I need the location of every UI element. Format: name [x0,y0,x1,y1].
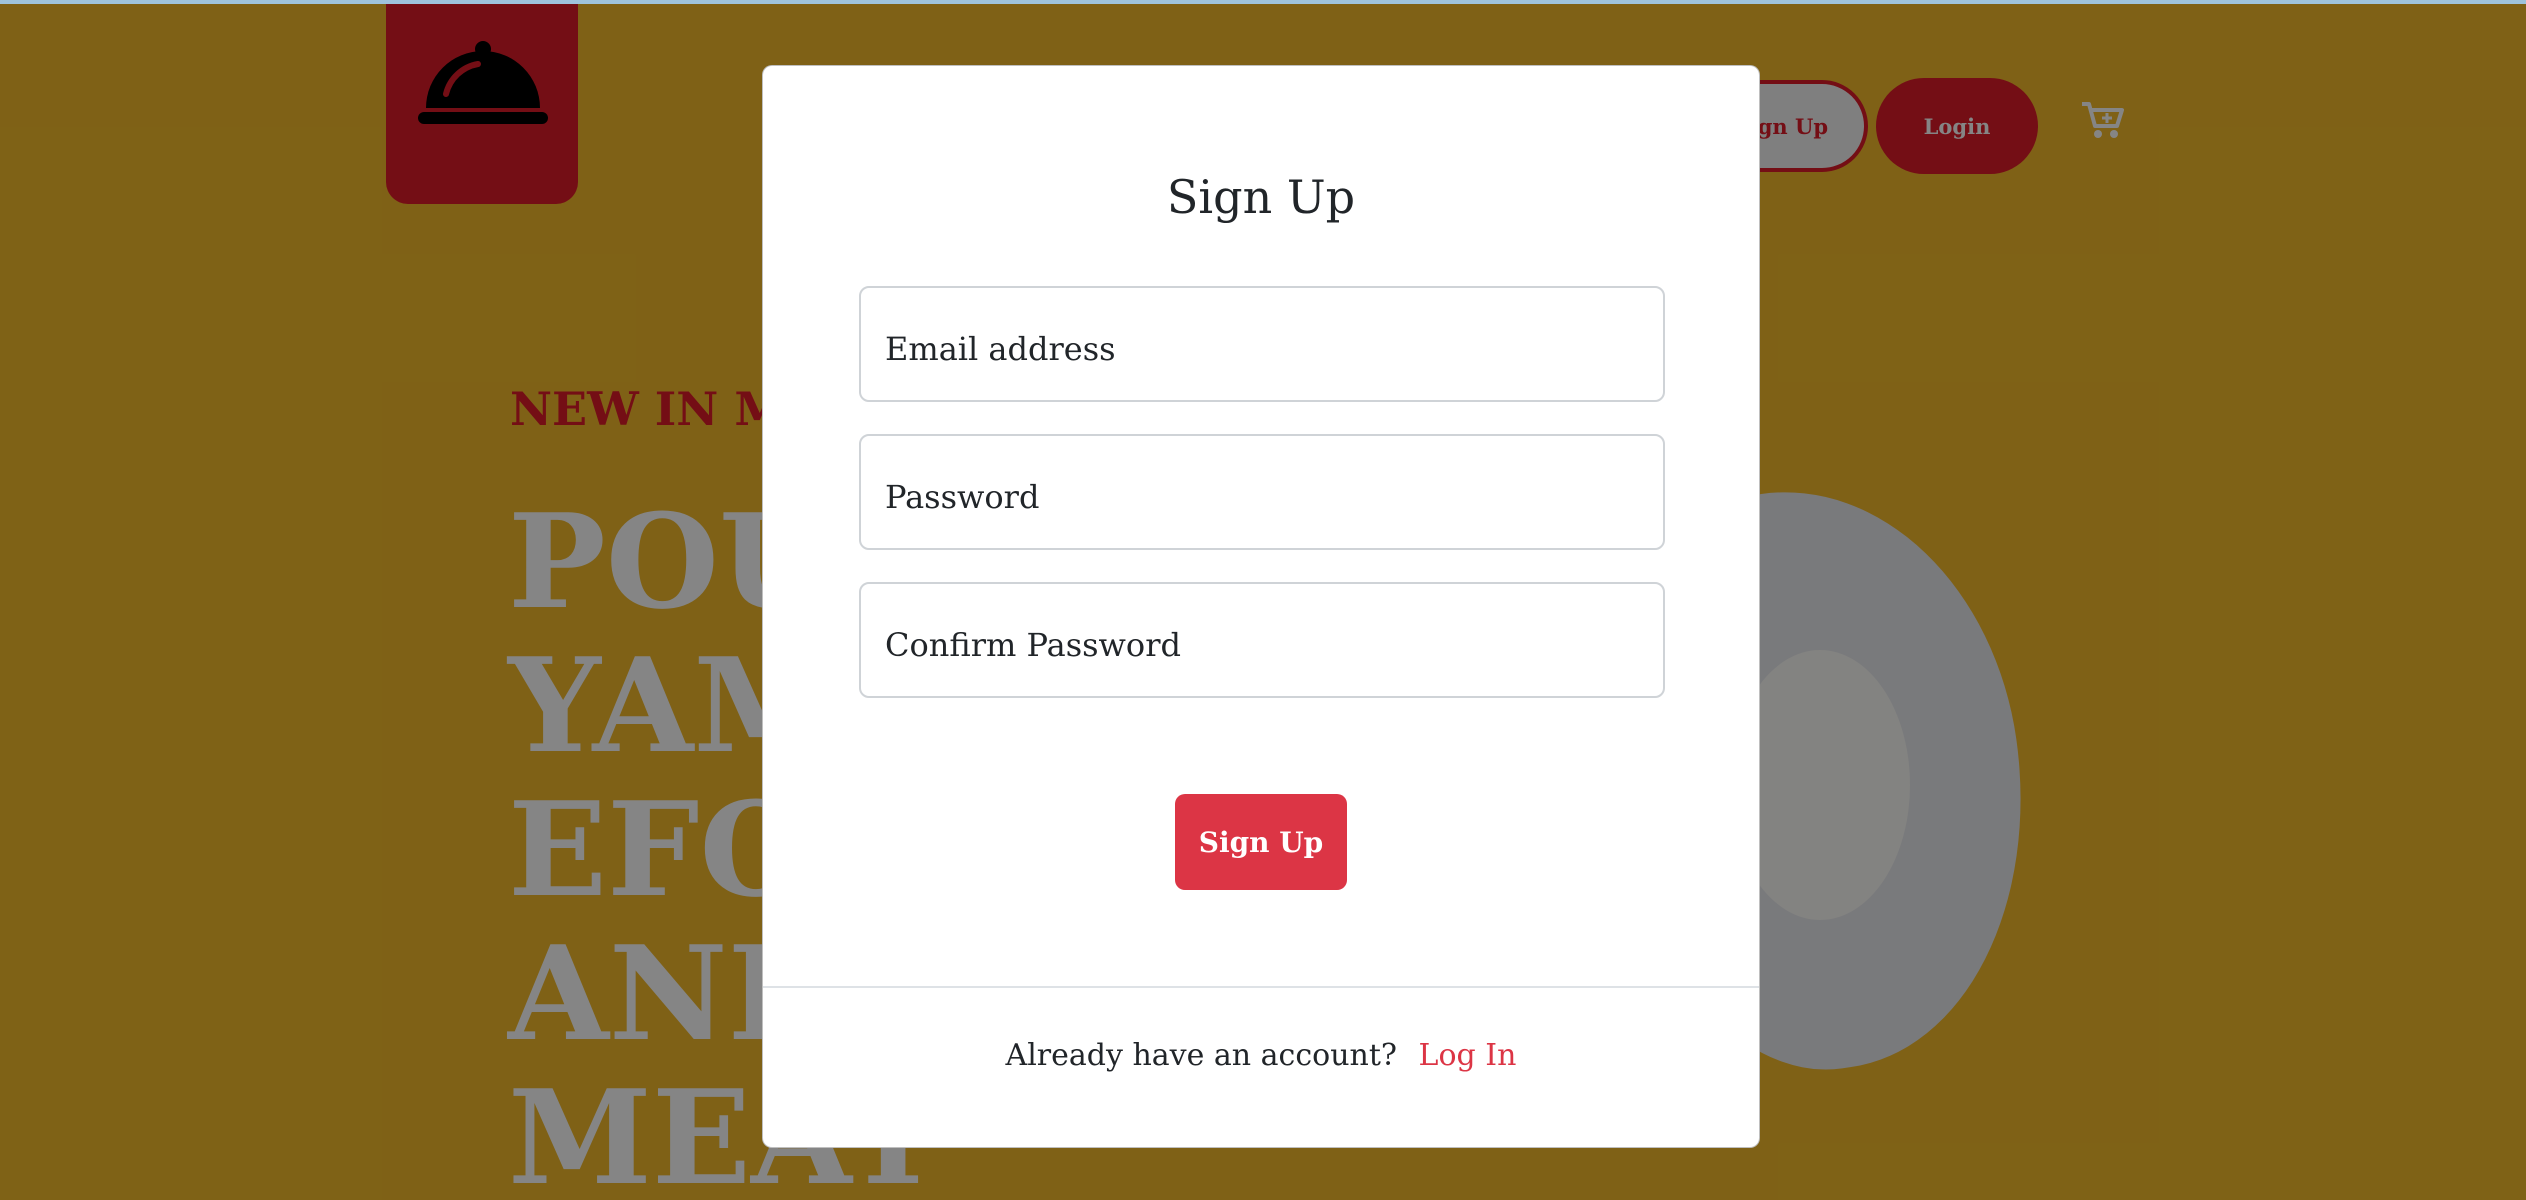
signup-modal: Sign Up Email address Password Confirm P… [762,65,1760,1148]
signup-submit-button[interactable]: Sign Up [1175,794,1347,890]
email-field[interactable]: Email address [859,286,1665,402]
footer-text: Already have an account? [1005,1038,1397,1073]
modal-footer-divider [763,986,1759,988]
browser-top-border [0,0,2526,4]
modal-footer: Already have an account? Log In [763,1038,1759,1073]
confirm-password-field[interactable]: Confirm Password [859,582,1665,698]
login-link[interactable]: Log In [1419,1038,1517,1073]
modal-title: Sign Up [1166,170,1356,224]
password-field[interactable]: Password [859,434,1665,550]
